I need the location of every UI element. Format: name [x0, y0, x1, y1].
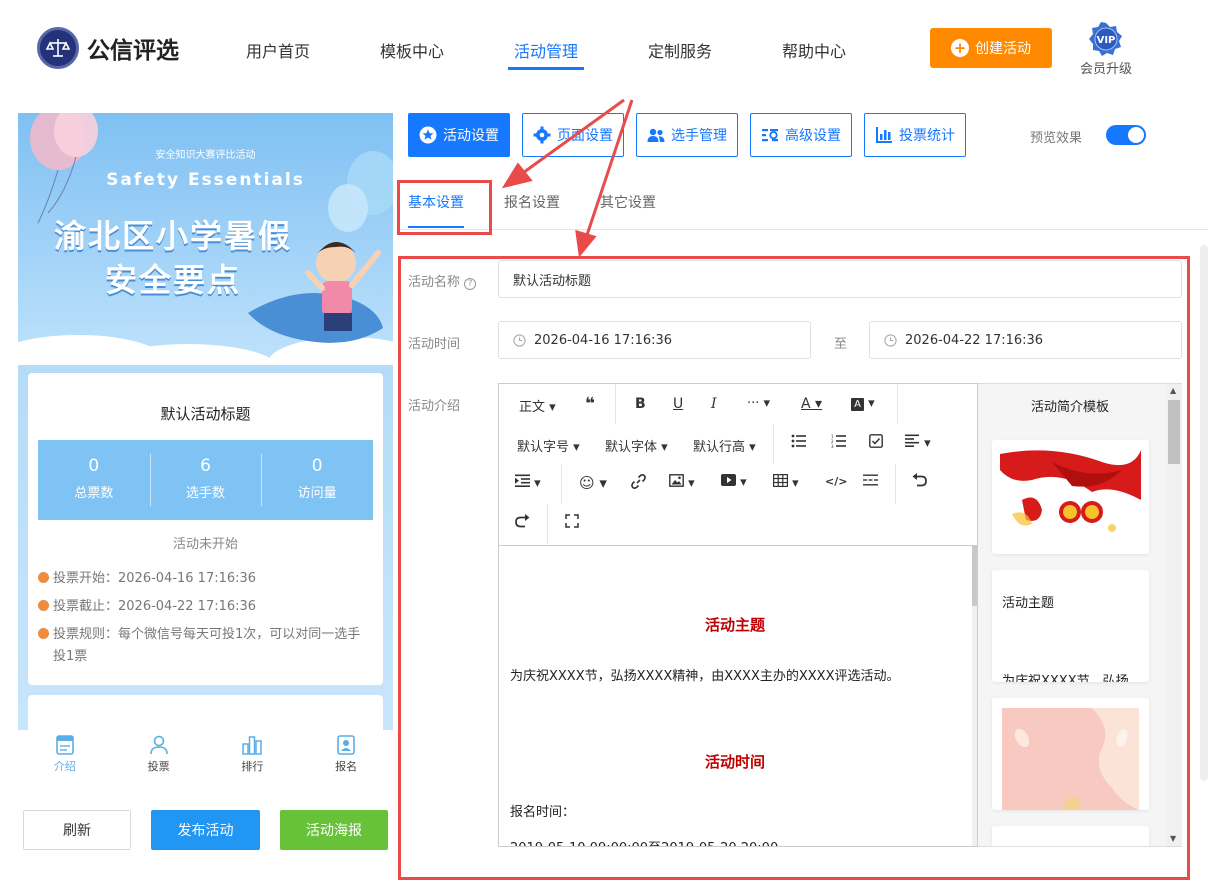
tab-vote-stats[interactable]: 投票统计 — [864, 113, 966, 157]
tabbar-signup[interactable]: 报名 — [299, 730, 393, 782]
scale-emblem-icon — [37, 27, 79, 69]
bar-chart-icon — [876, 127, 892, 143]
document-icon — [56, 735, 74, 755]
preview-banner: 安全知识大赛评比活动 Safety Essentials 渝北区小学暑假 安全要… — [18, 113, 393, 365]
secondary-card — [28, 695, 383, 730]
clock-icon — [38, 572, 49, 583]
logo-text: 公信评选 — [87, 38, 179, 64]
preview-effect-toggle[interactable] — [1106, 125, 1146, 145]
user-icon — [149, 735, 168, 755]
stat-contestants: 6 选手数 — [149, 440, 262, 520]
star-icon — [419, 126, 437, 144]
nav-home[interactable]: 用户首页 — [246, 38, 310, 62]
stat-total-votes: 0 总票数 — [74, 456, 114, 501]
arrow-head-form — [575, 229, 597, 258]
subtab-signup-settings[interactable]: 报名设置 — [504, 192, 560, 212]
alert-icon — [38, 628, 49, 639]
mobile-preview: 安全知识大赛评比活动 Safety Essentials 渝北区小学暑假 安全要… — [18, 113, 393, 730]
tab-activity-settings[interactable]: 活动设置 — [408, 113, 510, 157]
vip-badge-icon: VIP — [1089, 22, 1123, 56]
gear-icon — [533, 126, 551, 144]
banner-subtitle: 安全知识大赛评比活动 — [155, 150, 256, 161]
tabbar-intro[interactable]: 介绍 — [18, 730, 112, 782]
activity-info-card: 默认活动标题 0 总票数 6 选手数 0 访问量 活动未开始 投票开始：2026… — [28, 373, 383, 685]
nav-help[interactable]: 帮助中心 — [782, 38, 846, 62]
activity-status: 活动未开始 — [172, 537, 238, 552]
plus-icon: + — [951, 39, 969, 57]
tab-page-settings[interactable]: 页面设置 — [522, 113, 624, 157]
ranking-icon — [242, 736, 263, 755]
vote-rule-info: 投票规则：每个微信号每天可投1次，可以对同一选手投1票 — [38, 624, 368, 668]
stats-panel: 0 总票数 6 选手数 0 访问量 — [38, 440, 373, 520]
svg-text:VIP: VIP — [1097, 35, 1116, 46]
subtab-divider — [400, 229, 1208, 230]
page-scrollbar[interactable] — [1200, 245, 1208, 781]
create-activity-button[interactable]: + 创建活动 — [930, 28, 1052, 68]
preview-tabbar: 介绍 投票 排行 报名 — [18, 730, 393, 782]
subtab-other-settings[interactable]: 其它设置 — [600, 192, 656, 212]
activity-title: 默认活动标题 — [160, 405, 251, 423]
sliders-icon — [762, 129, 778, 142]
nav-custom-service[interactable]: 定制服务 — [648, 38, 712, 62]
preview-effect-label: 预览效果 — [1030, 131, 1083, 146]
vip-label: 会员升级 — [1079, 62, 1132, 77]
arrow-head-basic-settings — [501, 162, 533, 189]
tab-contestant-manage[interactable]: 选手管理 — [636, 113, 738, 157]
vip-upgrade[interactable]: VIP 会员升级 — [1076, 22, 1136, 77]
activity-poster-button[interactable]: 活动海报 — [280, 810, 388, 850]
users-icon — [647, 128, 665, 142]
banner-english-title: Safety Essentials — [106, 170, 305, 190]
clock-icon — [38, 600, 49, 611]
logo[interactable]: 公信评选 — [37, 27, 179, 69]
top-header: 公信评选 用户首页 模板中心 活动管理 定制服务 帮助中心 + 创建活动 VIP… — [0, 0, 1230, 96]
tab-advanced-settings[interactable]: 高级设置 — [750, 113, 852, 157]
nav-active-underline — [508, 67, 584, 70]
nav-activity-manage[interactable]: 活动管理 — [514, 38, 578, 62]
banner-title-line1: 渝北区小学暑假 — [53, 217, 292, 255]
nav-templates[interactable]: 模板中心 — [380, 38, 444, 62]
highlight-basic-settings-box — [397, 180, 492, 235]
id-card-icon — [337, 735, 355, 755]
publish-activity-button[interactable]: 发布活动 — [151, 810, 260, 850]
refresh-button[interactable]: 刷新 — [23, 810, 131, 850]
vote-start-info: 投票开始：2026-04-16 17:16:36 — [38, 568, 368, 590]
banner-title-line2: 安全要点 — [104, 261, 241, 299]
tabbar-rank[interactable]: 排行 — [206, 730, 300, 782]
stat-visits: 0 访问量 — [261, 440, 373, 520]
tabbar-vote[interactable]: 投票 — [112, 730, 206, 782]
highlight-form-box — [398, 256, 1190, 880]
vote-end-info: 投票截止：2026-04-22 17:16:36 — [38, 596, 368, 618]
